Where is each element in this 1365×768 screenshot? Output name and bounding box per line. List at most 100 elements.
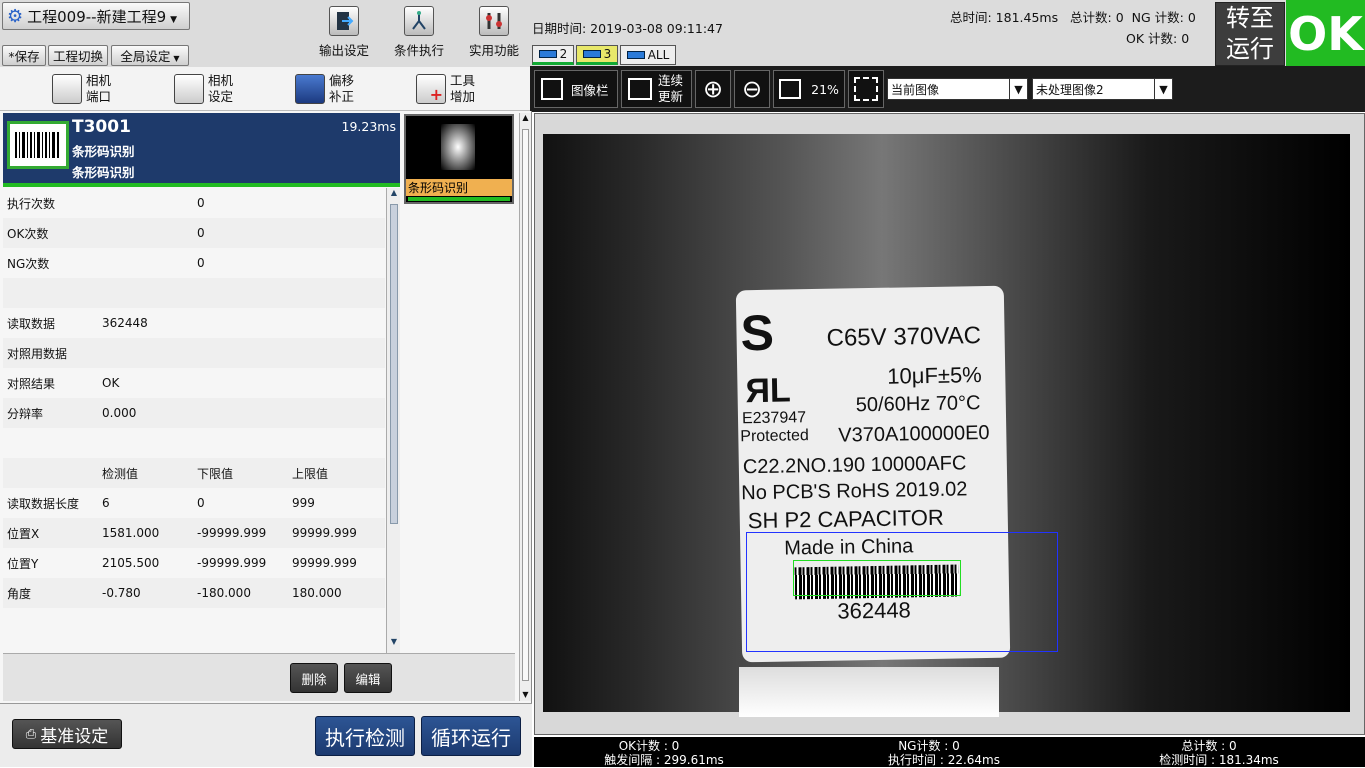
continuous-line2: 更新 [658,89,684,104]
camera-tabs: 2 3 ALL [532,45,676,65]
offset-correction-button[interactable]: 偏移 补正 [295,71,354,107]
fit-zoom-button[interactable]: 21% [773,70,845,108]
camera-tab-2[interactable]: 2 [532,45,574,65]
rotate-icon [295,74,325,104]
image-type-value: 未处理图像2 [1036,82,1104,97]
zoom-in-button[interactable]: ⊕ [695,70,731,108]
camera-tab-3[interactable]: 3 [576,45,618,65]
table-cell: 位置Y [7,556,39,571]
delete-button[interactable]: 删除 [290,663,338,693]
roi-button[interactable] [848,70,884,108]
image-type-select[interactable]: 未处理图像2 ▼ [1032,78,1173,100]
baseline-settings-button[interactable]: ⎙ 基准设定 [12,719,122,749]
output-settings-button[interactable]: 输出设定 [306,6,382,64]
gear-icon: ⚙ [7,5,24,27]
save-button[interactable]: *保存 [2,45,46,66]
label-line: No PCB'S RoHS 2019.02 [741,478,968,505]
settings-icon: ⎙ [25,726,37,742]
utility-label: 实用功能 [468,43,519,58]
table-row: 位置Y 2105.500 -99999.999 99999.999 [3,548,385,578]
label-line: Protected [740,427,809,446]
fit-screen-icon [779,79,802,99]
run-mode-button[interactable]: 转至 运行 [1215,2,1285,66]
tool-name: 条形码识别 [72,144,135,159]
image-source-select[interactable]: 当前图像 ▼ [887,78,1028,100]
continuous-update-button[interactable]: 连续 更新 [621,70,692,108]
table-cell: 对照结果 [7,376,56,391]
branch-icon [404,6,434,36]
dropdown-arrow-icon: ▼ [1009,79,1027,99]
add-tool-button[interactable]: + 工具 增加 [416,71,475,107]
run-mode-line2: 运行 [1226,35,1274,63]
table-cell: 角度 [7,586,32,601]
camera-gear-icon [174,74,204,104]
camera-tab-label: 3 [603,47,612,61]
table-cell: 检测值 [102,466,139,481]
table-cell: 0.000 [102,406,137,420]
table-row: 读取数据 362448 [3,308,385,338]
table-cell: -180.000 [197,586,251,600]
global-settings-button[interactable]: 全局设定 ▼ [111,45,189,66]
image-bar-label: 图像栏 [571,82,609,98]
camera-icon [626,51,645,59]
camera-tab-all[interactable]: ALL [620,45,676,65]
edit-button[interactable]: 编辑 [344,663,392,693]
tool-label: 端口 [86,89,112,104]
table-cell: 362448 [102,316,148,330]
label-line: E237947 [741,409,807,428]
scroll-thumb[interactable] [390,204,398,524]
continuous-line1: 连续 [658,73,684,88]
top-stats: 总时间: 181.45ms 总计数: 0 NG 计数: 0 [950,7,1210,26]
tool-label: 相机 [86,73,112,88]
tool-header[interactable]: T3001 条形码识别 条形码识别 19.23ms [3,113,400,183]
detected-barcode-region[interactable] [793,560,961,596]
camera-port-button[interactable]: 相机 端口 [52,71,111,107]
status-trigger-interval: 触发间隔 : 299.61ms [604,753,724,767]
utility-button[interactable]: 实用功能 [456,6,532,64]
thumbnail-image [441,124,475,170]
project-selector[interactable]: ⚙ 工程009--新建工程9 ▼ [2,2,190,30]
execute-detection-button[interactable]: 执行检测 [315,716,415,756]
table-cell: 0 [197,226,205,240]
tool-id: T3001 [72,117,131,137]
tool-label: 工具 [450,73,476,88]
table-row: 检测值 下限值 上限值 [3,458,385,488]
loop-run-button[interactable]: 循环运行 [421,716,521,756]
chevron-down-icon: ▼ [173,54,180,63]
output-settings-label: 输出设定 [318,43,369,58]
chevron-down-icon: ▼ [170,15,178,25]
table-cell: 执行次数 [7,196,56,211]
scroll-down-icon: ▼ [390,637,398,646]
image-viewer[interactable]: S C65V 370VAC 10μF±5% ЯL 50/60Hz 70°C E2… [534,113,1365,735]
thumbnail[interactable]: 条形码识别 [404,114,514,204]
captured-image: S C65V 370VAC 10μF±5% ЯL 50/60Hz 70°C E2… [543,134,1350,717]
tool-label: 相机 [208,73,234,88]
camera-settings-button[interactable]: 相机 设定 [174,71,233,107]
result-ok-indicator: OK [1286,0,1365,67]
camera-tab-label: 2 [559,47,568,61]
table-row [3,278,385,308]
camera-icon [538,50,557,58]
image-bar-button[interactable]: 图像栏 [534,70,618,108]
ok-count: OK 计数: 0 [1126,31,1190,46]
ng-count: NG 计数: 0 [1131,10,1196,25]
condition-exec-button[interactable]: 条件执行 [381,6,457,64]
zoom-out-button[interactable]: ⊖ [734,70,770,108]
scroll-thumb[interactable] [522,129,529,681]
table-row: 位置X 1581.000 -99999.999 99999.999 [3,518,385,548]
label-line: 10μF±5% [887,362,982,389]
barcode-icon [7,121,69,169]
add-tool-icon: + [416,74,446,104]
table-cell: 99999.999 [292,556,357,570]
tool-progress-bar [3,183,400,187]
tool-type: 条形码识别 [72,165,135,180]
image-icon [541,78,563,100]
dropdown-arrow-icon: ▼ [1154,79,1172,99]
table-cell: 上限值 [292,466,329,481]
table-scrollbar[interactable]: ▲ ▼ [386,188,400,653]
table-cell: 读取数据 [7,316,56,331]
thumbnail-scrollbar[interactable]: ▲ ▼ [519,113,531,701]
project-switch-button[interactable]: 工程切换 [48,45,108,66]
global-settings-label: 全局设定 [120,49,171,64]
image-source-value: 当前图像 [891,82,940,97]
